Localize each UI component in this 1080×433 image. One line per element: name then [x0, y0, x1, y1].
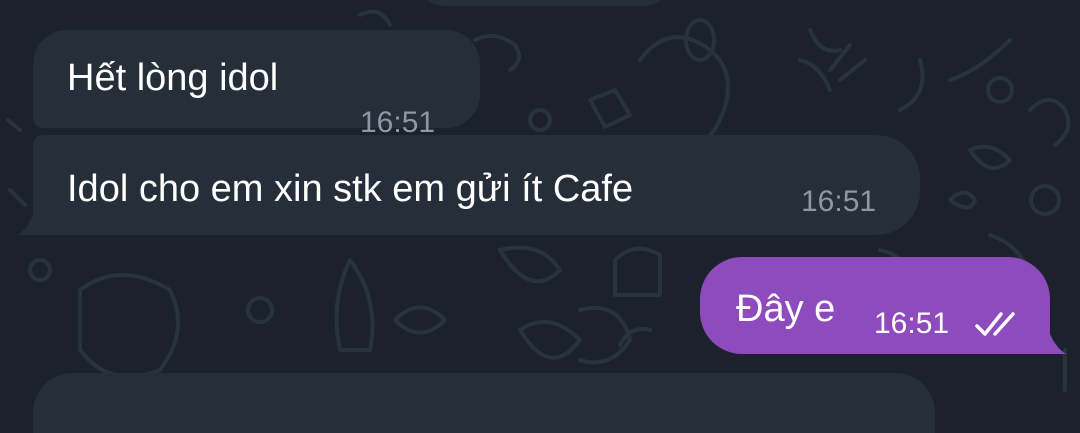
- message-text: Đây e: [736, 288, 836, 330]
- message-text: Hết lòng idol: [67, 57, 279, 99]
- double-check-icon: [975, 312, 1015, 336]
- message-bubble-partial[interactable]: [33, 373, 935, 433]
- message-bubble-partial[interactable]: [418, 0, 670, 6]
- bubble-tail: [1050, 334, 1066, 354]
- message-time: 16:51: [874, 307, 950, 340]
- incoming-message-bubble[interactable]: Idol cho em xin stk em gửi ít Cafe 16:51: [33, 135, 920, 235]
- incoming-message-bubble[interactable]: Hết lòng idol 16:51: [33, 30, 480, 139]
- outgoing-message-bubble[interactable]: Đây e 16:51: [700, 257, 1050, 354]
- message-text: Idol cho em xin stk em gửi ít Cafe: [67, 168, 634, 210]
- message-time: 16:51: [801, 185, 877, 218]
- bubble-tail: [18, 214, 33, 235]
